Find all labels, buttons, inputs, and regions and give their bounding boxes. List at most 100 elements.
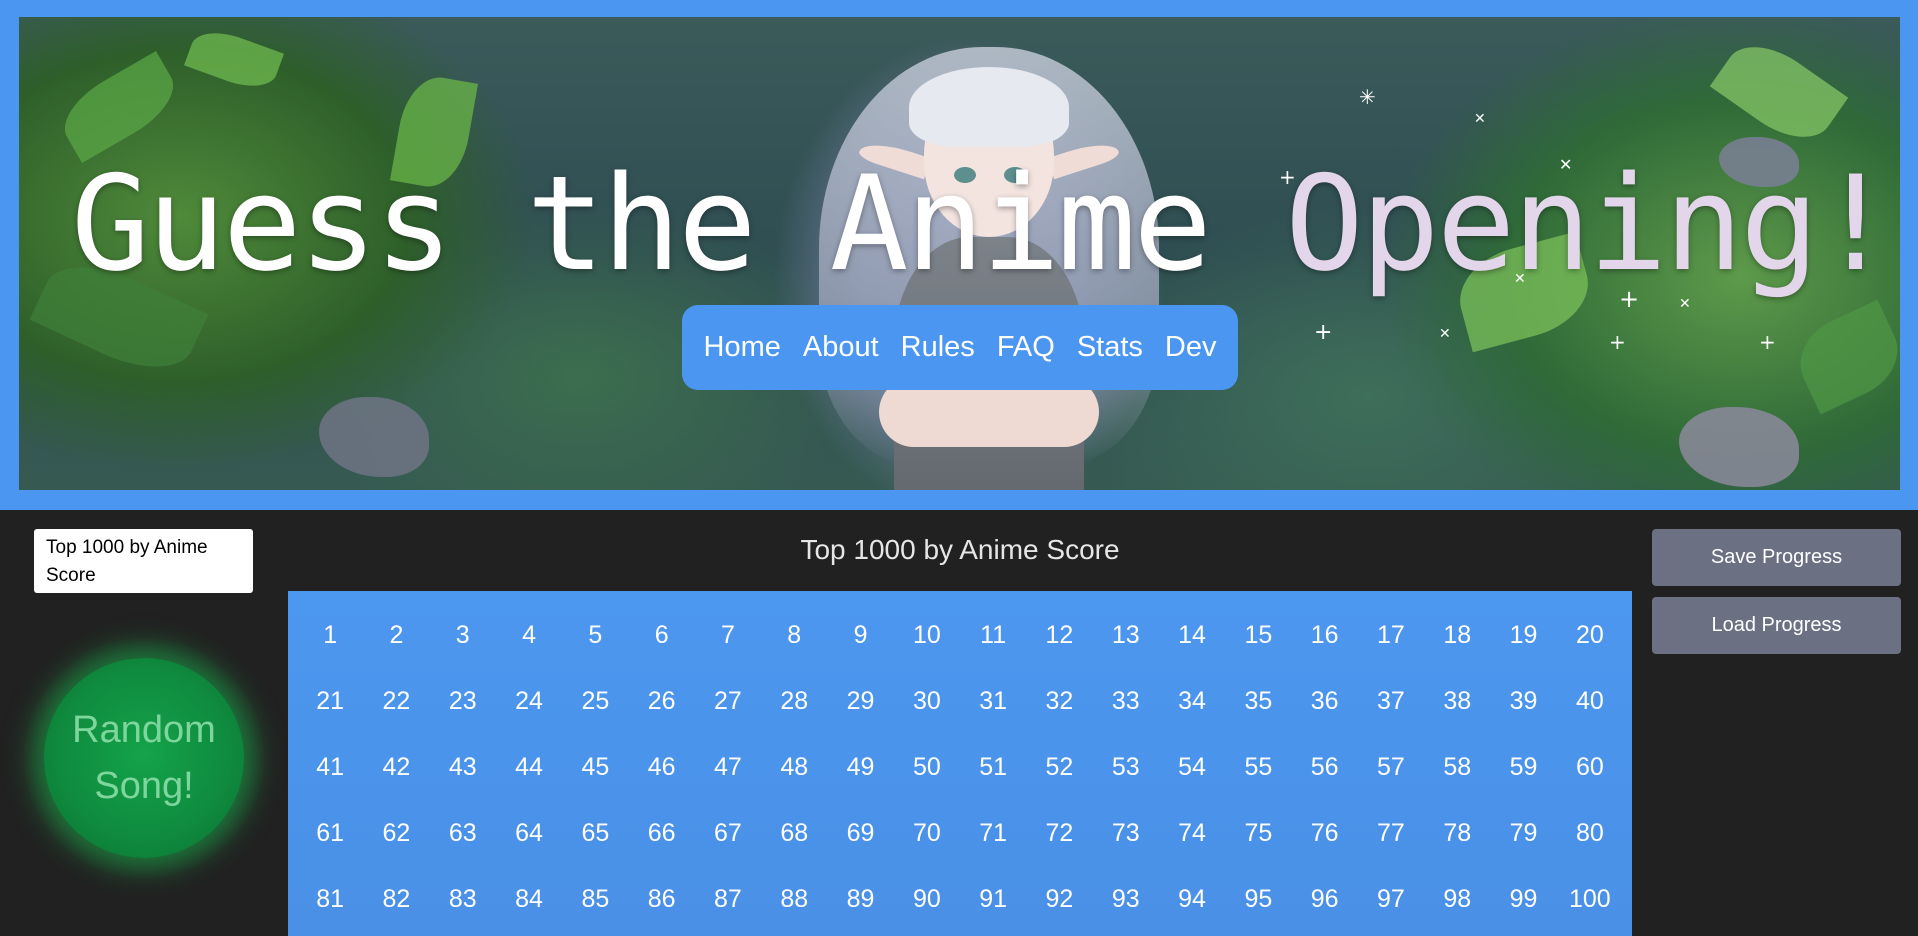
song-number-cell[interactable]: 45: [562, 734, 628, 800]
song-number-cell[interactable]: 100: [1557, 866, 1623, 932]
song-number-cell[interactable]: 2: [363, 602, 429, 668]
song-number-cell[interactable]: 55: [1225, 734, 1291, 800]
song-number-cell[interactable]: 23: [430, 668, 496, 734]
song-number-cell[interactable]: 82: [363, 866, 429, 932]
song-number-cell[interactable]: 46: [629, 734, 695, 800]
song-number-cell[interactable]: 75: [1225, 800, 1291, 866]
song-number-cell[interactable]: 38: [1424, 668, 1490, 734]
song-number-cell[interactable]: 56: [1292, 734, 1358, 800]
nav-dev[interactable]: Dev: [1165, 331, 1217, 364]
song-number-cell[interactable]: 43: [430, 734, 496, 800]
song-number-cell[interactable]: 53: [1093, 734, 1159, 800]
song-number-cell[interactable]: 26: [629, 668, 695, 734]
song-number-cell[interactable]: 91: [960, 866, 1026, 932]
song-number-cell[interactable]: 64: [496, 800, 562, 866]
song-number-cell[interactable]: 31: [960, 668, 1026, 734]
song-number-cell[interactable]: 60: [1557, 734, 1623, 800]
song-number-cell[interactable]: 95: [1225, 866, 1291, 932]
song-number-cell[interactable]: 37: [1358, 668, 1424, 734]
song-number-cell[interactable]: 98: [1424, 866, 1490, 932]
song-number-cell[interactable]: 41: [297, 734, 363, 800]
song-number-cell[interactable]: 19: [1490, 602, 1556, 668]
nav-about[interactable]: About: [803, 331, 879, 364]
nav-faq[interactable]: FAQ: [997, 331, 1055, 364]
song-number-cell[interactable]: 7: [695, 602, 761, 668]
song-number-cell[interactable]: 5: [562, 602, 628, 668]
song-number-cell[interactable]: 20: [1557, 602, 1623, 668]
song-number-cell[interactable]: 96: [1292, 866, 1358, 932]
song-number-cell[interactable]: 50: [894, 734, 960, 800]
nav-home[interactable]: Home: [704, 331, 781, 364]
song-number-cell[interactable]: 33: [1093, 668, 1159, 734]
song-number-cell[interactable]: 51: [960, 734, 1026, 800]
song-number-cell[interactable]: 85: [562, 866, 628, 932]
song-number-cell[interactable]: 32: [1026, 668, 1092, 734]
song-number-cell[interactable]: 11: [960, 602, 1026, 668]
song-number-cell[interactable]: 15: [1225, 602, 1291, 668]
song-number-cell[interactable]: 13: [1093, 602, 1159, 668]
song-number-cell[interactable]: 12: [1026, 602, 1092, 668]
song-number-cell[interactable]: 57: [1358, 734, 1424, 800]
song-number-cell[interactable]: 78: [1424, 800, 1490, 866]
song-number-cell[interactable]: 28: [761, 668, 827, 734]
song-number-cell[interactable]: 87: [695, 866, 761, 932]
song-number-cell[interactable]: 25: [562, 668, 628, 734]
song-number-cell[interactable]: 40: [1557, 668, 1623, 734]
song-number-cell[interactable]: 70: [894, 800, 960, 866]
song-number-cell[interactable]: 71: [960, 800, 1026, 866]
song-number-cell[interactable]: 66: [629, 800, 695, 866]
song-number-cell[interactable]: 14: [1159, 602, 1225, 668]
song-number-cell[interactable]: 80: [1557, 800, 1623, 866]
song-number-cell[interactable]: 93: [1093, 866, 1159, 932]
song-number-cell[interactable]: 68: [761, 800, 827, 866]
song-number-cell[interactable]: 58: [1424, 734, 1490, 800]
song-number-cell[interactable]: 63: [430, 800, 496, 866]
song-number-cell[interactable]: 21: [297, 668, 363, 734]
song-number-cell[interactable]: 90: [894, 866, 960, 932]
song-number-cell[interactable]: 9: [827, 602, 893, 668]
song-number-cell[interactable]: 48: [761, 734, 827, 800]
song-number-cell[interactable]: 72: [1026, 800, 1092, 866]
song-number-cell[interactable]: 24: [496, 668, 562, 734]
load-progress-button[interactable]: Load Progress: [1652, 597, 1901, 654]
song-number-cell[interactable]: 49: [827, 734, 893, 800]
song-number-cell[interactable]: 97: [1358, 866, 1424, 932]
song-number-cell[interactable]: 4: [496, 602, 562, 668]
song-number-cell[interactable]: 69: [827, 800, 893, 866]
song-number-cell[interactable]: 81: [297, 866, 363, 932]
song-number-cell[interactable]: 59: [1490, 734, 1556, 800]
song-number-cell[interactable]: 1: [297, 602, 363, 668]
song-number-cell[interactable]: 3: [430, 602, 496, 668]
song-number-cell[interactable]: 17: [1358, 602, 1424, 668]
song-number-cell[interactable]: 86: [629, 866, 695, 932]
song-number-cell[interactable]: 99: [1490, 866, 1556, 932]
song-number-cell[interactable]: 39: [1490, 668, 1556, 734]
save-progress-button[interactable]: Save Progress: [1652, 529, 1901, 586]
song-number-cell[interactable]: 42: [363, 734, 429, 800]
song-number-cell[interactable]: 77: [1358, 800, 1424, 866]
song-number-cell[interactable]: 22: [363, 668, 429, 734]
song-number-cell[interactable]: 8: [761, 602, 827, 668]
list-select-dropdown[interactable]: Top 1000 by Anime Score: [34, 529, 253, 593]
song-number-cell[interactable]: 74: [1159, 800, 1225, 866]
song-number-cell[interactable]: 36: [1292, 668, 1358, 734]
song-number-cell[interactable]: 88: [761, 866, 827, 932]
song-number-cell[interactable]: 54: [1159, 734, 1225, 800]
song-number-cell[interactable]: 47: [695, 734, 761, 800]
song-number-cell[interactable]: 65: [562, 800, 628, 866]
song-number-cell[interactable]: 62: [363, 800, 429, 866]
song-number-cell[interactable]: 35: [1225, 668, 1291, 734]
song-number-cell[interactable]: 52: [1026, 734, 1092, 800]
song-number-cell[interactable]: 61: [297, 800, 363, 866]
nav-stats[interactable]: Stats: [1077, 331, 1143, 364]
song-number-cell[interactable]: 94: [1159, 866, 1225, 932]
song-number-cell[interactable]: 76: [1292, 800, 1358, 866]
random-song-button[interactable]: Random Song!: [44, 658, 244, 858]
song-number-cell[interactable]: 67: [695, 800, 761, 866]
song-number-cell[interactable]: 83: [430, 866, 496, 932]
song-number-cell[interactable]: 30: [894, 668, 960, 734]
song-number-cell[interactable]: 6: [629, 602, 695, 668]
song-number-cell[interactable]: 73: [1093, 800, 1159, 866]
song-number-cell[interactable]: 34: [1159, 668, 1225, 734]
song-number-cell[interactable]: 44: [496, 734, 562, 800]
